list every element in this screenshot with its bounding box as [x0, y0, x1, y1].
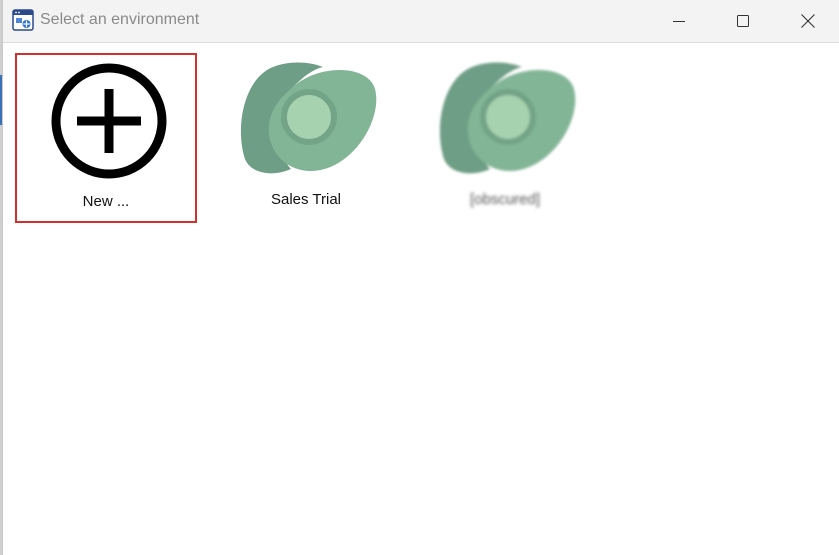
close-button[interactable]	[775, 0, 839, 42]
environment-label: Sales Trial	[270, 191, 342, 208]
app-window-icon	[12, 9, 34, 31]
environment-picker-window: Select an environment New ... Sales Tria…	[2, 0, 839, 555]
minimize-button[interactable]	[646, 0, 712, 42]
environment-list: New ... Sales Trial [obscured]	[3, 43, 839, 555]
maximize-icon	[737, 15, 749, 27]
environment-label: New ...	[82, 193, 130, 210]
window-title: Select an environment	[40, 11, 200, 28]
maximize-button[interactable]	[710, 0, 776, 42]
dataverse-logo-icon	[439, 62, 576, 174]
add-circle-icon	[51, 63, 167, 179]
minimize-icon	[673, 21, 685, 22]
title-bar[interactable]: Select an environment	[3, 0, 839, 43]
dataverse-logo-icon	[240, 62, 377, 174]
environment-tile-new[interactable]: New ...	[15, 53, 197, 223]
environment-tile-sales-trial[interactable]: Sales Trial	[215, 53, 397, 223]
close-icon	[801, 14, 815, 28]
environment-label-obscured: [obscured]	[469, 191, 541, 208]
environment-tile-obscured[interactable]: [obscured]	[414, 53, 596, 223]
